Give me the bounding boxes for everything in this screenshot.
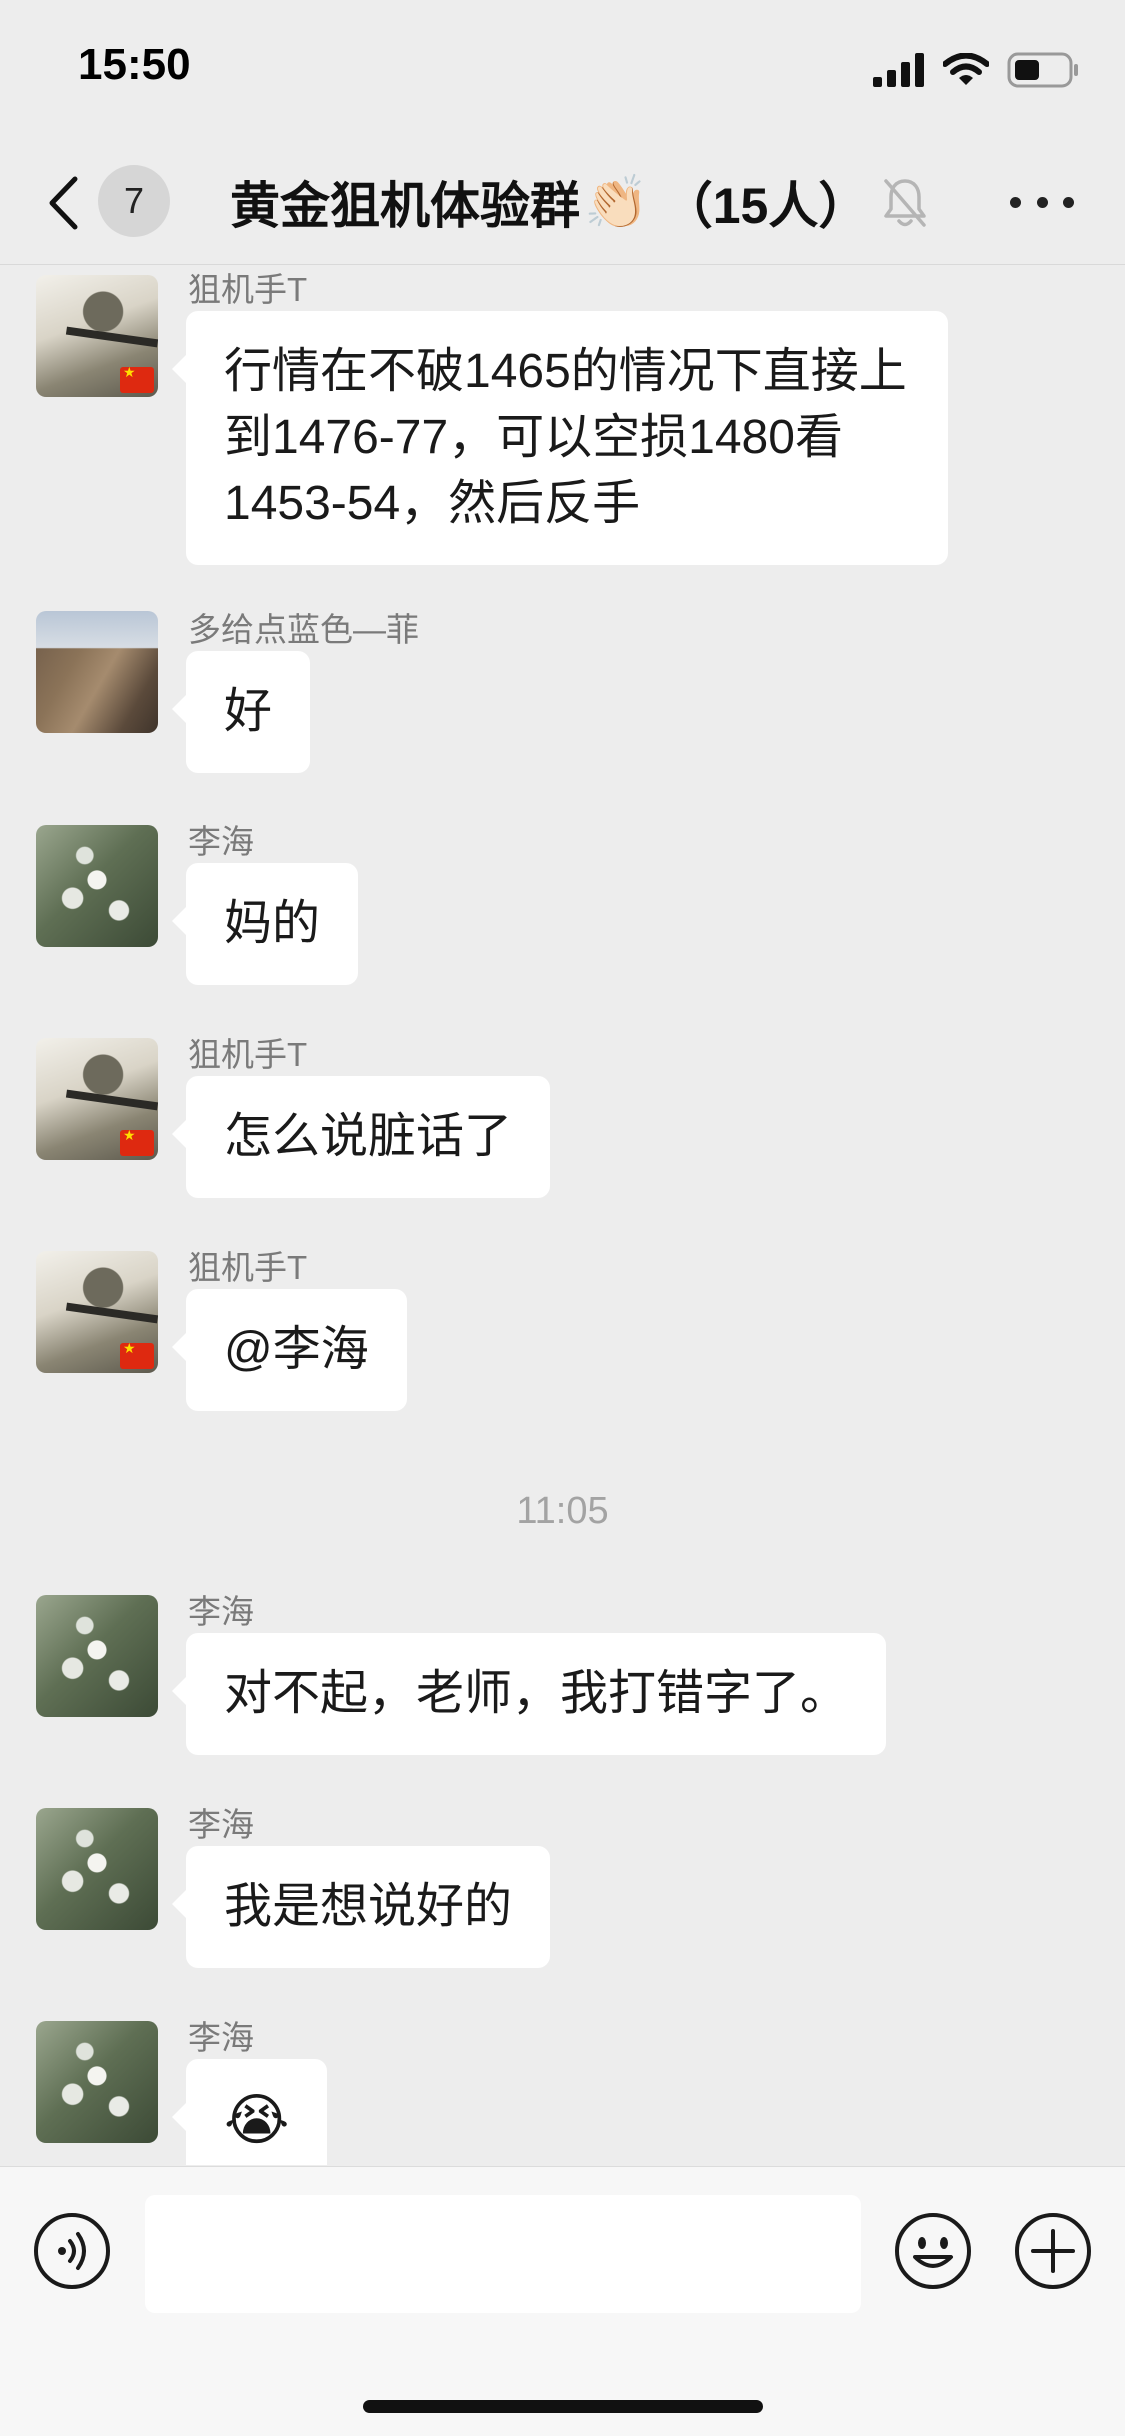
message-list[interactable]: 狙机手T 行情在不破1465的情况下直接上到1476-77，可以空损1480看1… xyxy=(0,265,1125,2165)
message-bubble[interactable]: 😭 xyxy=(171,2059,328,2165)
time-separator: 11:05 xyxy=(516,1490,609,1532)
back-button[interactable] xyxy=(38,168,88,238)
more-dots-icon xyxy=(1010,196,1021,208)
message-bubble[interactable]: 我是想说好的 xyxy=(171,1846,551,1968)
laughing-crying-emoji: 😭 xyxy=(224,2088,290,2151)
status-icons xyxy=(873,50,1079,90)
plus-circle-icon[interactable] xyxy=(1013,2211,1093,2291)
china-flag-icon xyxy=(120,1127,154,1156)
status-time: 15:50 xyxy=(78,40,191,89)
unread-count-badge[interactable]: 7 xyxy=(98,165,170,237)
message-bubble[interactable]: 妈的 xyxy=(171,863,359,985)
signal-icon xyxy=(873,53,924,87)
china-flag-icon xyxy=(120,1340,154,1369)
clapping-hands-emoji: 👏🏻 xyxy=(584,173,649,232)
sniper-avatar[interactable] xyxy=(36,1251,158,1373)
flower-avatar[interactable] xyxy=(36,2021,158,2143)
message-bubble[interactable]: 好 xyxy=(171,651,311,773)
more-options-button[interactable] xyxy=(1010,180,1074,224)
sniper-avatar[interactable] xyxy=(36,275,158,397)
message-bubble[interactable]: 怎么说脏话了 xyxy=(171,1076,551,1198)
input-bar xyxy=(0,2166,1125,2436)
china-flag-icon xyxy=(120,364,154,393)
flower-avatar[interactable] xyxy=(36,1808,158,1930)
sender-name: 狙机手T xyxy=(188,271,308,308)
group-name: 黄金狙机体验群 xyxy=(230,178,580,234)
status-bar: 15:50 xyxy=(0,0,1125,140)
sender-name: 李海 xyxy=(188,823,254,860)
sender-name: 狙机手T xyxy=(188,1036,308,1073)
home-indicator[interactable] xyxy=(363,2400,763,2413)
mountain-avatar[interactable] xyxy=(36,611,158,733)
sniper-avatar[interactable] xyxy=(36,1038,158,1160)
message-bubble[interactable]: 行情在不破1465的情况下直接上到1476-77，可以空损1480看1453-5… xyxy=(172,311,948,565)
sender-name: 狙机手T xyxy=(188,1249,308,1286)
message-bubble[interactable]: 对不起，老师，我打错字了。 xyxy=(171,1633,887,1755)
sender-name: 李海 xyxy=(188,1593,254,1630)
flower-avatar[interactable] xyxy=(36,825,158,947)
smiley-icon[interactable] xyxy=(893,2211,973,2291)
sender-name: 李海 xyxy=(188,1806,254,1843)
member-count: （15人） xyxy=(662,178,869,234)
message-bubble[interactable]: @李海 xyxy=(172,1289,407,1411)
battery-icon xyxy=(1007,52,1078,88)
chat-header: 7 黄金狙机体验群 👏🏻 （15人） xyxy=(0,140,1125,265)
flower-avatar[interactable] xyxy=(36,1595,158,1717)
sender-name: 李海 xyxy=(188,2019,254,2056)
chat-title[interactable]: 黄金狙机体验群 👏🏻 （15人） xyxy=(230,162,868,242)
wifi-icon xyxy=(943,53,989,85)
chevron-left-icon xyxy=(49,176,78,230)
sender-name: 多给点蓝色—菲 xyxy=(188,611,419,648)
message-input[interactable] xyxy=(145,2195,861,2313)
bell-slash-icon xyxy=(884,179,926,227)
voice-icon[interactable] xyxy=(32,2211,112,2291)
